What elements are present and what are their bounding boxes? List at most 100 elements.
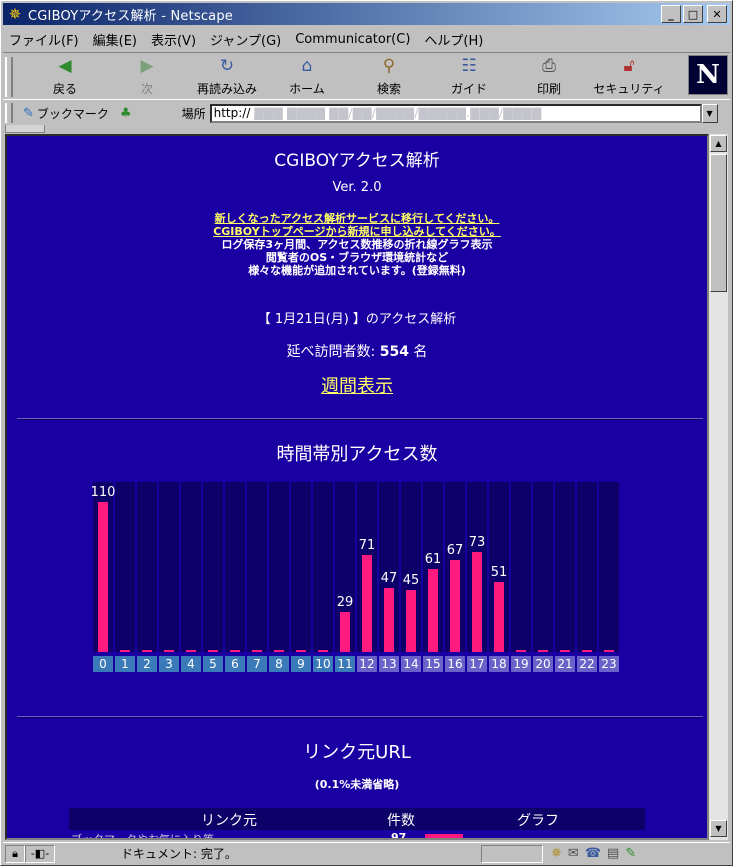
chart-column-10: [313, 482, 333, 652]
chart-value-label: 110: [90, 485, 116, 500]
chart-tick-label: 6: [225, 656, 245, 672]
chart-bar-9: [296, 650, 306, 652]
chart-bar-14: [406, 590, 416, 652]
scroll-thumb[interactable]: [710, 154, 727, 292]
scroll-up-button[interactable]: ▲: [710, 135, 727, 152]
forward-button[interactable]: ▶ 次: [107, 55, 187, 99]
location-grip[interactable]: [5, 103, 13, 123]
toolbar-grip[interactable]: [5, 57, 13, 97]
scroll-down-button[interactable]: ▼: [710, 820, 727, 837]
chart-tick-label: 17: [467, 656, 487, 672]
print-icon: ⎙: [542, 56, 556, 76]
home-icon: ⌂: [301, 56, 313, 76]
chart-column-23: [599, 482, 619, 652]
row-count: 97: [391, 831, 407, 840]
close-button[interactable]: ✕: [707, 5, 727, 23]
security-status-icon[interactable]: 🔒︎: [5, 844, 25, 863]
notice-link-2[interactable]: CGIBOYトップページから新規に申し込みしてください。: [7, 225, 707, 238]
referrer-table-header: リンク元 件数 グラフ: [69, 808, 645, 830]
chart-tick-label: 8: [269, 656, 289, 672]
chart-bar-7: [252, 650, 262, 652]
chart-tick-label: 3: [159, 656, 179, 672]
url-input[interactable]: http:// ▇▇▇ ▇▇▇▇ ▇▇/▇▇/▇▇▇▇/▇▇▇▇▇.▇▇▇/▇▇…: [209, 103, 702, 123]
chart-bar-23: [604, 650, 614, 652]
chart-bar-21: [560, 650, 570, 652]
service-notice: 新しくなったアクセス解析サービスに移行してください。 CGIBOYトップページか…: [7, 212, 707, 277]
chart-tick-label: 10: [313, 656, 333, 672]
row-source: ブックマークやお気に入り等: [71, 833, 214, 840]
chart-tick-label: 23: [599, 656, 619, 672]
chart-bar-11: [340, 612, 350, 652]
status-bar: 🔒︎ -◧- ドキュメント: 完了。 ✵ ✉ ☎ ▤ ✎: [3, 842, 730, 864]
notice-line-5: 様々な機能が追加されています。(登録無料): [248, 264, 466, 277]
chart-tick-label: 12: [357, 656, 377, 672]
newsgroups-icon[interactable]: ☎: [585, 846, 601, 861]
chart-column-21: [555, 482, 575, 652]
connection-icon[interactable]: -◧-: [25, 844, 55, 863]
url-redacted: ▇▇▇ ▇▇▇▇ ▇▇/▇▇/▇▇▇▇/▇▇▇▇▇.▇▇▇/▇▇▇▇: [254, 106, 542, 120]
location-bar: ✎ ブックマーク ♣ 場所 http:// ▇▇▇ ▇▇▇▇ ▇▇/▇▇/▇▇▇…: [3, 101, 730, 125]
header-count: 件数: [387, 813, 415, 829]
reload-button[interactable]: ↻ 再読み込み: [187, 55, 267, 99]
page-content: CGIBOYアクセス解析 Ver. 2.0 新しくなったアクセス解析サービスに移…: [5, 134, 709, 840]
notice-link-1[interactable]: 新しくなったアクセス解析サービスに移行してください。: [7, 212, 707, 225]
chart-column-20: [533, 482, 553, 652]
visitor-count: 延べ訪問者数: 554 名: [286, 344, 428, 360]
print-button[interactable]: ⎙ 印刷: [509, 55, 589, 99]
chart-bar-20: [538, 650, 548, 652]
header-graph: グラフ: [517, 813, 559, 829]
back-button[interactable]: ◀ 戻る: [25, 55, 105, 99]
search-button[interactable]: ⚲ 検索: [349, 55, 429, 99]
address-book-icon[interactable]: ▤: [607, 846, 619, 861]
menu-bar: ファイル(F) 編集(E) 表示(V) ジャンプ(G) Communicator…: [3, 27, 730, 51]
menu-communicator[interactable]: Communicator(C): [295, 32, 410, 47]
netscape-logo[interactable]: N: [688, 55, 728, 95]
bookmarks-button[interactable]: ✎ ブックマーク ♣: [23, 105, 132, 122]
chart-column-5: [203, 482, 223, 652]
header-source: リンク元: [201, 813, 257, 829]
chart-tick-label: 21: [555, 656, 575, 672]
chart-bar-19: [516, 650, 526, 652]
menu-file[interactable]: ファイル(F): [9, 30, 79, 49]
vertical-scrollbar[interactable]: ▲ ▼: [709, 134, 728, 840]
chart-column-2: [137, 482, 157, 652]
chart-column-6: [225, 482, 245, 652]
divider: [17, 716, 703, 718]
progress-bar: [481, 844, 543, 863]
menu-go[interactable]: ジャンプ(G): [210, 30, 281, 49]
chart-bar-12: [362, 555, 372, 652]
netscape-app-icon[interactable]: ✵: [6, 5, 24, 23]
security-button[interactable]: 🔓︎ セキュリティ: [589, 55, 669, 99]
guide-button[interactable]: ☷ ガイド: [429, 55, 509, 99]
menu-help[interactable]: ヘルプ(H): [424, 30, 483, 49]
menu-view[interactable]: 表示(V): [151, 30, 196, 49]
navigation-toolbar: ◀ 戻る ▶ 次 ↻ 再読み込み ⌂ ホーム ⚲ 検索 ☷ ガイド ⎙ 印刷 🔓…: [3, 52, 730, 100]
chart-tick-label: 22: [577, 656, 597, 672]
search-icon: ⚲: [382, 56, 396, 76]
minimize-button[interactable]: _: [661, 5, 681, 23]
chart-tick-label: 16: [445, 656, 465, 672]
chart-tick-label: 18: [489, 656, 509, 672]
chart-tick-label: 20: [533, 656, 553, 672]
page-proxy-icon[interactable]: ♣: [120, 106, 132, 121]
component-bar: ✵ ✉ ☎ ▤ ✎: [551, 846, 636, 861]
mail-icon[interactable]: ✉: [568, 846, 579, 861]
weekly-view-link[interactable]: 週間表示: [7, 372, 707, 398]
referrer-note: (0.1%未満省略): [314, 778, 400, 791]
url-dropdown-button[interactable]: ▼: [701, 103, 718, 123]
chart-bar-4: [186, 650, 196, 652]
maximize-button[interactable]: □: [683, 5, 703, 23]
home-button[interactable]: ⌂ ホーム: [267, 55, 347, 99]
chart-tick-label: 13: [379, 656, 399, 672]
composer-icon[interactable]: ✎: [625, 846, 636, 861]
chart-bar-15: [428, 569, 438, 652]
navigator-icon[interactable]: ✵: [551, 846, 562, 861]
notice-line-4: 閲覧者のOS・ブラウザ環境統計など: [265, 251, 449, 264]
chart-tick-label: 9: [291, 656, 311, 672]
chart-bar-6: [230, 650, 240, 652]
menu-edit[interactable]: 編集(E): [93, 30, 137, 49]
chart-bar-3: [164, 650, 174, 652]
chart-bar-17: [472, 552, 482, 652]
version-text: Ver. 2.0: [332, 180, 382, 195]
toolbar-tab[interactable]: [5, 125, 45, 133]
